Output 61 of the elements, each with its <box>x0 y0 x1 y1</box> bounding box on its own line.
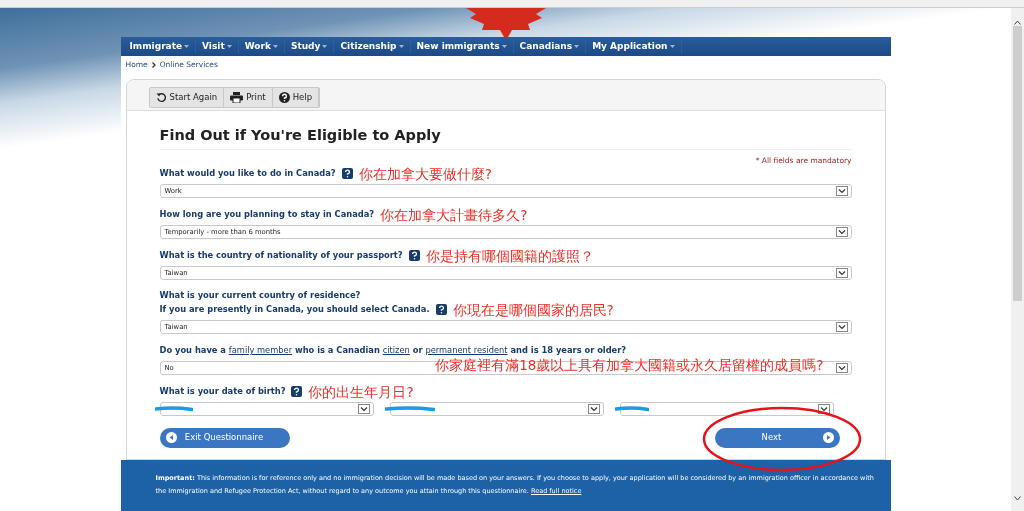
nav-link[interactable]: Immigrate <box>129 39 183 54</box>
annotation-text: 你在加拿大計畫待多久? <box>380 206 528 223</box>
dropdown-arrow-icon <box>835 226 848 237</box>
nav-link[interactable]: Visit <box>202 39 225 54</box>
caret-icon <box>322 45 328 48</box>
nav-link[interactable]: New immigrants <box>416 39 500 54</box>
scroll-up-icon[interactable] <box>1014 20 1021 25</box>
caret-icon <box>184 45 190 48</box>
scroll-thumb[interactable] <box>1013 25 1022 301</box>
redaction-scribble <box>614 405 649 412</box>
nav-link[interactable]: Canadians <box>519 39 573 54</box>
scroll-down-icon[interactable] <box>1014 496 1021 501</box>
toolbar-button[interactable]: Start Again <box>149 88 225 108</box>
dropdown-arrow-icon <box>835 185 848 196</box>
scrollbar[interactable] <box>1011 8 1024 511</box>
annotation-text: 你現在是哪個國家的居民? <box>452 301 614 318</box>
dropdown-arrow-icon <box>817 403 830 414</box>
help-icon[interactable] <box>435 304 447 316</box>
nav-link[interactable]: My Application <box>592 39 668 54</box>
text-link[interactable]: citizen <box>382 345 410 356</box>
next-button[interactable]: Next <box>714 427 840 448</box>
help-icon[interactable] <box>408 250 420 262</box>
caret-icon <box>398 45 404 48</box>
nav-link[interactable]: Work <box>244 39 271 54</box>
help-icon[interactable] <box>341 168 353 180</box>
text-link[interactable]: family member <box>228 345 293 356</box>
restart-icon <box>155 92 167 104</box>
chevron-icon <box>151 61 156 68</box>
redaction-scribble <box>384 405 435 412</box>
annotation-text: 你在加拿大要做什麼? <box>358 165 492 182</box>
dropdown-arrow-icon <box>357 403 370 414</box>
page-title: Find Out if You're Eligible to Apply <box>159 127 852 150</box>
question-label: What is your current country of residence? <box>159 288 362 302</box>
redaction-scribble <box>154 405 193 412</box>
dropdown-arrow-icon <box>835 362 848 373</box>
caret-icon <box>272 45 278 48</box>
arrow-right-icon <box>822 432 834 444</box>
printer-icon <box>230 92 244 104</box>
text-link[interactable]: permanent resident <box>425 345 508 356</box>
dropdown-arrow-icon <box>835 321 848 332</box>
question-label: How long are you planning to stay in Canada? <box>159 208 375 222</box>
arrow-left-icon <box>165 432 177 444</box>
question-label: What would you like to do in Canada? <box>159 167 336 181</box>
caret-icon <box>669 45 675 48</box>
annotation-text: 你的出生年月日? <box>308 383 414 400</box>
question-label: What is the country of nationality of your passport? <box>159 249 403 263</box>
dropdown-arrow-icon <box>835 267 848 278</box>
question-label: If you are presently in Canada, you should select Canada. <box>159 303 430 317</box>
question-label: What is your date of birth? <box>159 385 286 399</box>
question-label: Do you have a family member who is a Canadian citizen or permanent resident and is 18 years or older? <box>159 344 627 358</box>
caret-icon <box>501 45 507 48</box>
nav-link[interactable]: Study <box>290 39 321 54</box>
help-icon <box>278 92 290 104</box>
caret-icon <box>574 45 580 48</box>
help-icon[interactable] <box>291 386 303 398</box>
annotation-text: 你是持有哪個國籍的護照？ <box>425 247 594 264</box>
maple-leaf-icon <box>465 8 546 37</box>
back-button[interactable]: Exit Questionnaire <box>159 427 290 448</box>
dropdown-arrow-icon <box>587 403 600 414</box>
caret-icon <box>226 45 232 48</box>
nav-link[interactable]: Citizenship <box>340 39 397 54</box>
